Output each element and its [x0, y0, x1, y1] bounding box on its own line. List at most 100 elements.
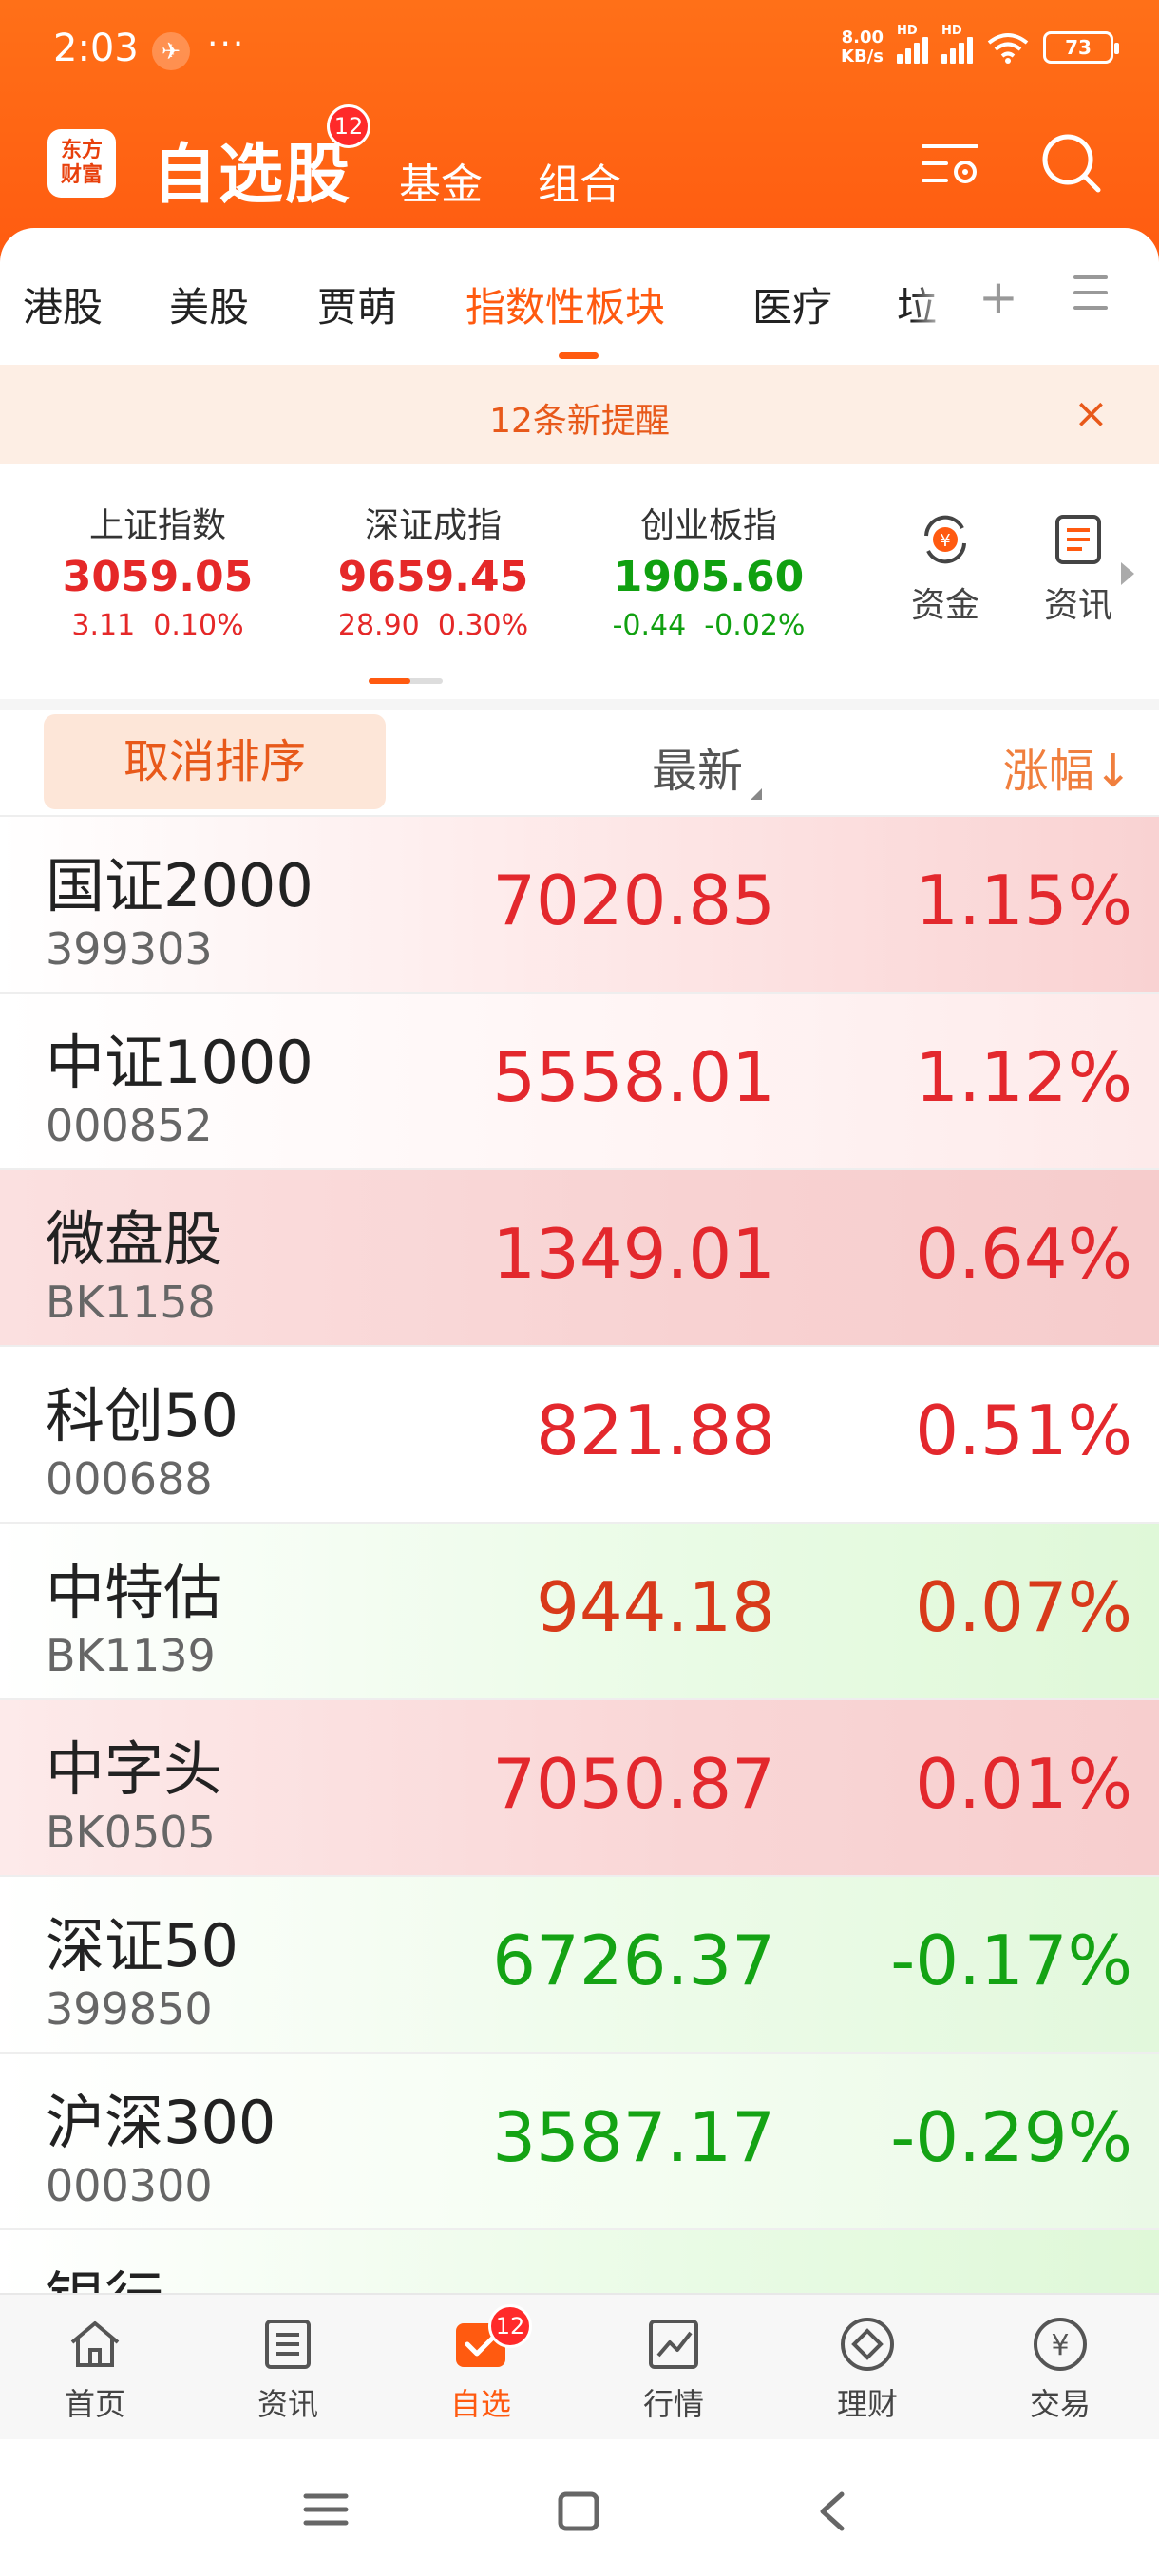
tab-fund[interactable]: 基金 — [399, 150, 483, 211]
divider — [0, 699, 1159, 710]
nav-watchlist[interactable]: 自选 12 — [414, 2304, 547, 2424]
search-icon[interactable] — [1037, 129, 1106, 198]
index-chinext[interactable]: 创业板指 1905.60 -0.44 -0.02% — [585, 498, 832, 642]
stock-price: 1349.01 — [492, 1214, 775, 1294]
page-title[interactable]: 自选股 — [152, 122, 352, 216]
svg-text:¥: ¥ — [1051, 2329, 1069, 2362]
funds-button[interactable]: ¥ 资金 — [893, 509, 998, 627]
tab-jiameng[interactable]: 贾萌 — [317, 275, 397, 333]
tab-us-stocks[interactable]: 美股 — [169, 275, 249, 333]
back-icon[interactable] — [815, 2491, 849, 2532]
stock-price: 821.88 — [536, 1391, 775, 1470]
system-nav-bar — [0, 2439, 1159, 2576]
stock-change: 1.15% — [915, 861, 1132, 940]
watchlist-badge: 12 — [488, 2304, 532, 2348]
stock-name: 银行 — [46, 2251, 163, 2293]
stock-code: 000300 — [46, 2160, 213, 2211]
tab-portfolio[interactable]: 组合 — [538, 150, 621, 211]
add-tab-icon[interactable]: + — [978, 270, 1018, 325]
nav-wealth[interactable]: 理财 — [801, 2314, 934, 2424]
list-settings-icon[interactable] — [918, 129, 986, 198]
stock-code: BK0505 — [46, 1807, 216, 1858]
status-bar: 2:03 ✈ ··· 8.00 KB/s HD HD 73 — [0, 0, 1159, 104]
stock-price: 7020.85 — [492, 861, 775, 940]
stock-row[interactable]: 国证2000 399303 7020.85 1.15% — [0, 817, 1159, 994]
stock-price: 7050.87 — [492, 1744, 775, 1824]
stock-change: -0.29% — [890, 2097, 1132, 2177]
scroll-right-icon[interactable] — [1121, 562, 1134, 585]
nav-news[interactable]: 资讯 — [221, 2314, 354, 2424]
tab-fade — [912, 266, 969, 342]
stock-change: 0.64% — [915, 1214, 1132, 1294]
stock-price: 5558.01 — [492, 1037, 775, 1117]
tab-index-sectors[interactable]: 指数性板块 — [466, 275, 665, 333]
network-speed: 8.00 KB/s — [841, 28, 884, 66]
cancel-sort-button[interactable]: 取消排序 — [44, 714, 386, 809]
notification-app-icon: ✈ — [152, 32, 190, 70]
status-indicators: 8.00 KB/s HD HD 73 — [841, 24, 1119, 66]
stock-row[interactable]: 沪深300 000300 3587.17 -0.29% — [0, 2054, 1159, 2230]
stock-code: 000688 — [46, 1453, 213, 1505]
news-button[interactable]: 资讯 — [1026, 509, 1130, 627]
stock-name: 国证2000 — [46, 851, 314, 920]
stock-row[interactable]: 深证50 399850 6726.37 -0.17% — [0, 1877, 1159, 2054]
stock-name: 中证1000 — [46, 1028, 314, 1097]
stock-change: 0.51% — [915, 1391, 1132, 1470]
wifi-icon — [987, 33, 1029, 64]
reminder-text[interactable]: 12条新提醒 — [0, 393, 1159, 443]
column-change[interactable]: 涨幅↓ — [1003, 733, 1132, 800]
group-tabs: 港股 美股 贾萌 指数性板块 医疗 垃圾 + — [0, 237, 1159, 361]
stock-code: BK1158 — [46, 1277, 216, 1328]
reminder-banner[interactable]: 12条新提醒 × — [0, 365, 1159, 464]
stock-code: 399850 — [46, 1983, 213, 2035]
yen-icon: ¥ — [1034, 2318, 1087, 2371]
stock-name: 沪深300 — [46, 2088, 276, 2157]
home-icon — [70, 2321, 120, 2367]
sort-triangle-icon — [750, 788, 763, 800]
home-square-icon[interactable] — [557, 2491, 600, 2532]
status-time: 2:03 — [53, 27, 139, 70]
menu-icon[interactable] — [302, 2491, 350, 2529]
tab-medical[interactable]: 医疗 — [752, 275, 832, 333]
stock-price: 3587.17 — [492, 2097, 775, 2177]
status-more-dots: ··· — [207, 25, 246, 64]
title-badge: 12 — [327, 104, 370, 148]
stock-row[interactable]: 中证1000 000852 5558.01 1.12% — [0, 994, 1159, 1170]
stock-code: 399303 — [46, 923, 213, 975]
market-chart-icon — [649, 2320, 698, 2369]
svg-text:¥: ¥ — [940, 531, 950, 551]
stock-change: 0.07% — [915, 1567, 1132, 1647]
funds-icon: ¥ — [924, 515, 966, 564]
stock-row[interactable]: 科创50 000688 821.88 0.51% — [0, 1347, 1159, 1524]
nav-market[interactable]: 行情 — [607, 2314, 740, 2424]
index-shenzhen[interactable]: 深证成指 9659.45 28.90 0.30% — [310, 498, 557, 642]
app-logo: 东方 财富 — [48, 129, 116, 198]
stock-name: 深证50 — [46, 1911, 238, 1980]
tab-menu-icon[interactable] — [1074, 275, 1108, 313]
tab-hk-stocks[interactable]: 港股 — [23, 275, 103, 333]
news-icon — [1055, 515, 1101, 564]
stock-code: 000852 — [46, 1100, 213, 1151]
stock-code: BK1139 — [46, 1630, 216, 1681]
signal-icon: HD — [897, 24, 928, 64]
stock-change: 1.12% — [915, 1037, 1132, 1117]
stock-row[interactable]: 银行 — [0, 2230, 1159, 2293]
stock-row[interactable]: 微盘股 BK1158 1349.01 0.64% — [0, 1170, 1159, 1347]
close-icon[interactable]: × — [1074, 393, 1109, 435]
stock-name: 中字头 — [46, 1734, 223, 1804]
index-shanghai[interactable]: 上证指数 3059.05 3.11 0.10% — [34, 498, 281, 642]
stock-name: 科创50 — [46, 1381, 238, 1450]
stock-list: 国证2000 399303 7020.85 1.15% 中证1000 00085… — [0, 817, 1159, 2293]
indices-pager — [369, 678, 443, 684]
column-latest[interactable]: 最新 — [652, 733, 763, 800]
stock-change: -0.17% — [890, 1921, 1132, 2000]
news-icon — [265, 2320, 311, 2369]
stock-price: 944.18 — [536, 1567, 775, 1647]
stock-row[interactable]: 中字头 BK0505 7050.87 0.01% — [0, 1700, 1159, 1877]
nav-trade[interactable]: ¥ 交易 — [994, 2314, 1127, 2424]
nav-home[interactable]: 首页 — [28, 2314, 162, 2424]
stock-row[interactable]: 中特估 BK1139 944.18 0.07% — [0, 1524, 1159, 1700]
stock-price: 6726.37 — [492, 1921, 775, 2000]
signal-icon-2: HD — [941, 24, 973, 64]
stock-name: 中特估 — [46, 1558, 223, 1627]
